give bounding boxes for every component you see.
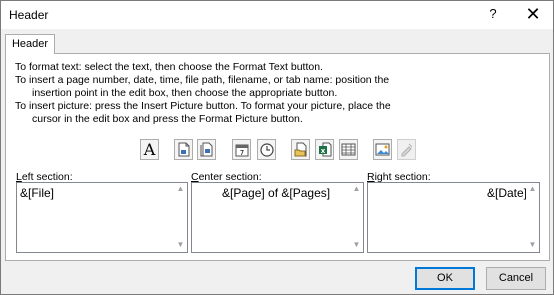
sheet-grid-icon	[341, 143, 356, 156]
instruction-line-5: cursor in the edit box and press the For…	[32, 113, 303, 125]
number-of-pages-icon	[200, 142, 213, 157]
left-section-editbox[interactable]: &[File] ▲ ▼	[16, 182, 188, 253]
scroll-up-icon[interactable]: ▲	[528, 185, 537, 193]
format-text-button[interactable]: A	[140, 139, 159, 160]
tab-header-label: Header	[11, 38, 49, 50]
folder-path-icon	[294, 142, 306, 157]
center-section-scrollbar[interactable]: ▲ ▼	[350, 183, 363, 252]
format-picture-icon	[401, 143, 413, 157]
insert-date-button[interactable]: 7	[232, 139, 251, 160]
tab-header[interactable]: Header	[5, 34, 55, 54]
insert-page-number-button[interactable]	[174, 139, 193, 160]
header-dialog: Header ? ✕ Header To format text: select…	[0, 0, 554, 295]
scroll-up-icon[interactable]: ▲	[176, 185, 185, 193]
svg-text:x: x	[320, 147, 325, 155]
right-section-editbox[interactable]: &[Date] ▲ ▼	[367, 182, 540, 253]
scroll-down-icon[interactable]: ▼	[352, 241, 361, 249]
excel-file-icon: x	[318, 142, 331, 157]
page-number-icon	[178, 142, 189, 157]
scroll-down-icon[interactable]: ▼	[528, 241, 537, 249]
center-section-editbox[interactable]: &[Page] of &[Pages] ▲ ▼	[191, 182, 364, 253]
right-section-scrollbar[interactable]: ▲ ▼	[526, 183, 539, 252]
title-bar: Header ? ✕	[1, 1, 553, 29]
format-text-icon: A	[143, 140, 156, 159]
scroll-up-icon[interactable]: ▲	[352, 185, 361, 193]
clock-icon	[259, 142, 274, 157]
help-icon[interactable]: ?	[486, 5, 500, 23]
instruction-line-2: To insert a page number, date, time, fil…	[15, 74, 390, 86]
insert-sheet-name-button[interactable]	[339, 139, 358, 160]
right-section-text[interactable]: &[Date]	[487, 186, 527, 200]
insert-time-button[interactable]	[257, 139, 276, 160]
insert-file-name-button[interactable]: x	[315, 139, 334, 160]
format-picture-button[interactable]	[397, 139, 416, 160]
insert-picture-button[interactable]	[373, 139, 392, 160]
dialog-title: Header	[9, 8, 49, 22]
left-section-text[interactable]: &[File]	[20, 186, 54, 200]
svg-text:7: 7	[239, 149, 243, 157]
left-section-scrollbar[interactable]: ▲ ▼	[174, 183, 187, 252]
ok-button[interactable]: OK	[415, 267, 475, 290]
insert-file-path-button[interactable]	[291, 139, 310, 160]
center-section-text[interactable]: &[Page] of &[Pages]	[222, 186, 330, 200]
close-icon[interactable]: ✕	[521, 3, 545, 25]
picture-icon	[375, 143, 390, 156]
instruction-line-1: To format text: select the text, then ch…	[15, 61, 323, 73]
insert-number-of-pages-button[interactable]	[197, 139, 216, 160]
instruction-line-3: insertion point in the edit box, then ch…	[32, 87, 338, 99]
cancel-button[interactable]: Cancel	[486, 267, 546, 290]
calendar-icon: 7	[235, 144, 248, 157]
instruction-line-4: To insert picture: press the Insert Pict…	[15, 100, 391, 112]
scroll-down-icon[interactable]: ▼	[176, 241, 185, 249]
